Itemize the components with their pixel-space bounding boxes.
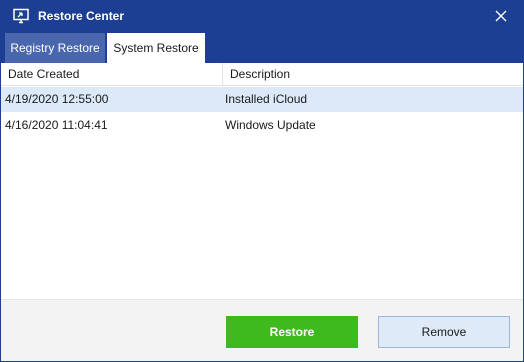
row-date-created: 4/19/2020 12:55:00 — [5, 92, 109, 106]
row-date-created: 4/16/2020 11:04:41 — [5, 118, 108, 132]
button-bar: Restore Remove — [1, 299, 523, 361]
table-row[interactable]: 4/19/2020 12:55:00 Installed iCloud — [1, 87, 523, 112]
tab-bar: Registry Restore System Restore — [1, 33, 523, 63]
row-description: Installed iCloud — [225, 92, 308, 106]
remove-button[interactable]: Remove — [378, 316, 510, 348]
row-description: Windows Update — [225, 118, 316, 132]
window-title: Restore Center — [38, 9, 125, 23]
column-header-description[interactable]: Description — [230, 63, 290, 85]
title-bar: Restore Center — [1, 1, 523, 33]
column-divider[interactable] — [222, 63, 223, 85]
list-header: Date Created Description — [1, 63, 523, 86]
tab-system-restore[interactable]: System Restore — [107, 33, 205, 63]
tab-registry-restore[interactable]: Registry Restore — [5, 33, 105, 63]
restore-center-window: Restore Center Registry Restore System R… — [0, 0, 524, 362]
table-row[interactable]: 4/16/2020 11:04:41 Windows Update — [1, 113, 523, 138]
monitor-restore-icon — [13, 8, 29, 24]
restore-button[interactable]: Restore — [226, 316, 358, 348]
restore-point-list: Date Created Description 4/19/2020 12:55… — [1, 63, 523, 299]
close-icon[interactable] — [491, 6, 511, 26]
column-header-date-created[interactable]: Date Created — [8, 63, 79, 85]
